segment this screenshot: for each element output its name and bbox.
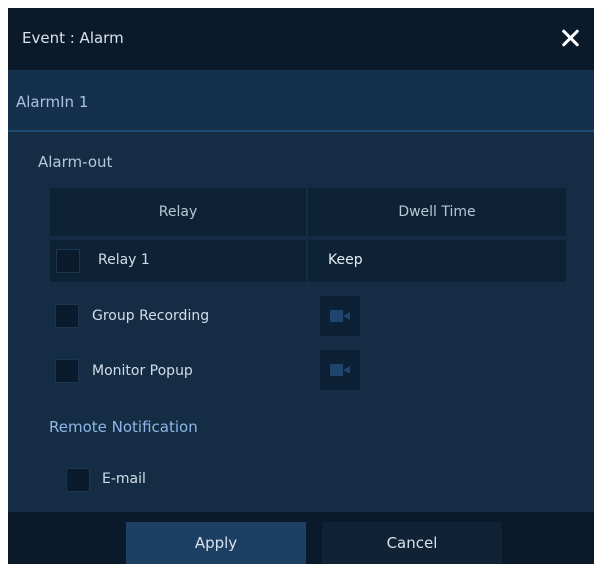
relay-column-header: Relay: [50, 188, 306, 236]
remote-notification-label: Remote Notification: [49, 418, 198, 436]
alarm-out-label: Alarm-out: [38, 153, 113, 171]
alarm-input-label: AlarmIn 1: [16, 93, 89, 111]
monitor-popup-checkbox[interactable]: [55, 359, 79, 383]
relay-row: Relay 1 Keep: [50, 240, 566, 282]
monitor-popup-camera-button[interactable]: [320, 350, 360, 390]
apply-button[interactable]: Apply: [126, 522, 306, 564]
camera-icon: [330, 364, 350, 376]
camera-icon: [330, 310, 350, 322]
group-recording-camera-button[interactable]: [320, 296, 360, 336]
dialog-title: Event : Alarm: [22, 29, 124, 47]
relay-1-checkbox[interactable]: [56, 249, 80, 273]
dwell-time-column-header: Dwell Time: [308, 188, 566, 236]
alarm-input-header[interactable]: AlarmIn 1: [8, 70, 594, 132]
close-icon[interactable]: [558, 26, 582, 50]
group-recording-checkbox[interactable]: [55, 304, 79, 328]
monitor-popup-label: Monitor Popup: [92, 363, 193, 379]
column-divider: [306, 240, 308, 282]
dialog-footer: Apply Cancel: [8, 512, 594, 564]
event-alarm-dialog: Event : Alarm AlarmIn 1 Alarm-out Relay …: [8, 8, 594, 564]
dialog-titlebar: Event : Alarm: [8, 8, 594, 70]
dwell-time-value[interactable]: Keep: [328, 252, 363, 268]
group-recording-label: Group Recording: [92, 308, 210, 324]
email-label: E-mail: [102, 471, 146, 487]
email-checkbox[interactable]: [66, 468, 90, 492]
relay-1-label: Relay 1: [98, 252, 150, 268]
cancel-button[interactable]: Cancel: [322, 522, 502, 564]
